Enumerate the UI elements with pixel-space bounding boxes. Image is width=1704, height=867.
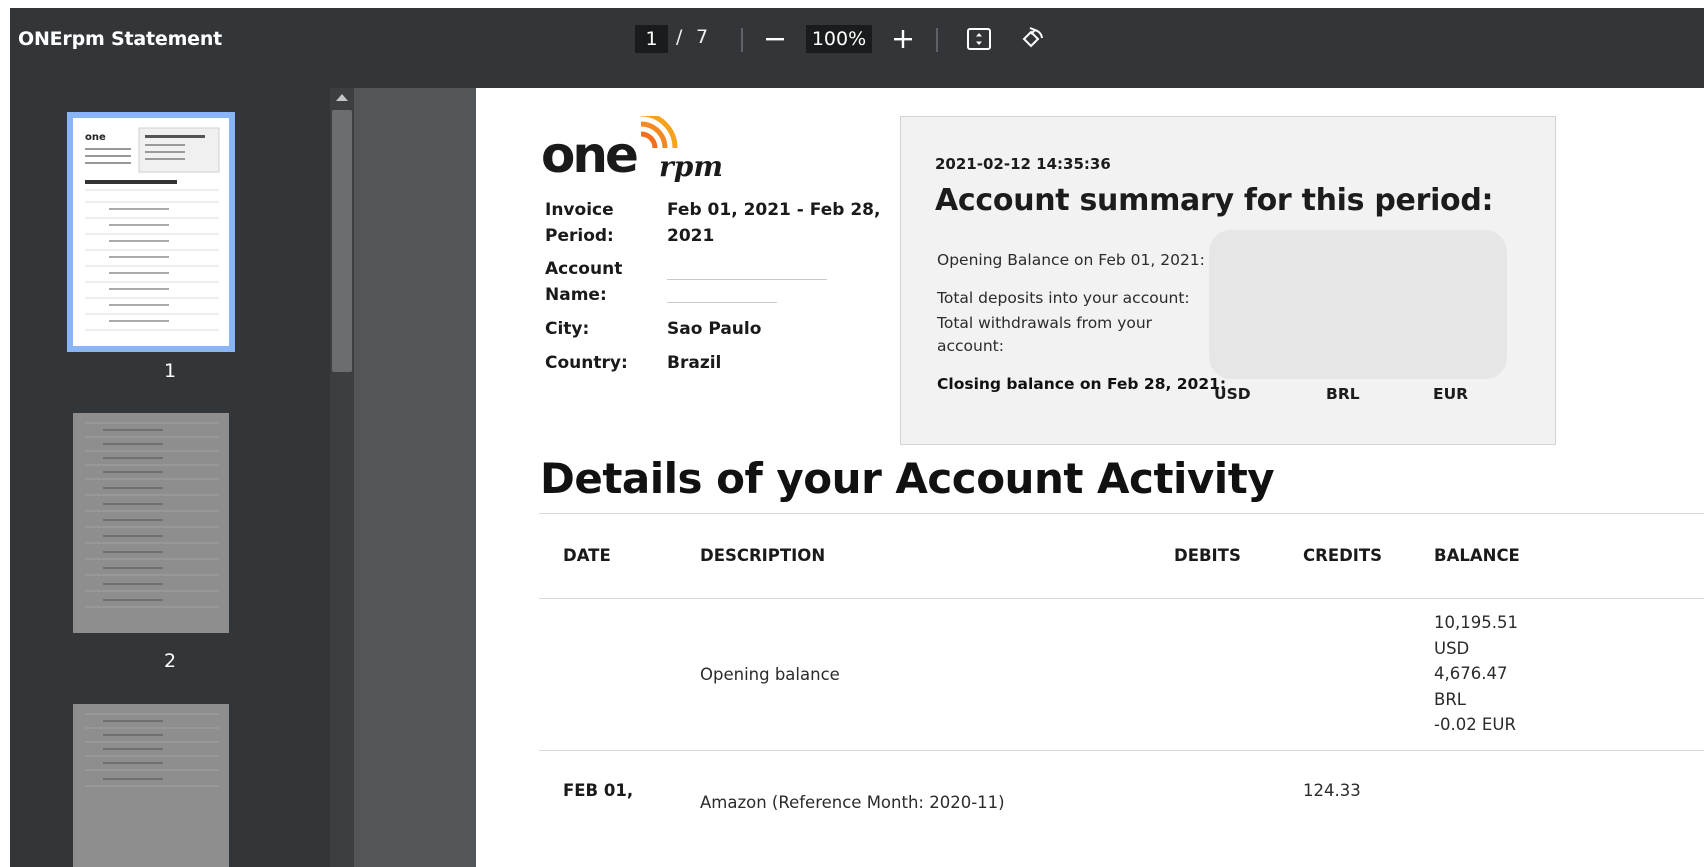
invoice-period-value: Feb 01, 2021 - Feb 28, 2021: [667, 200, 881, 246]
plus-icon: [894, 30, 912, 48]
onerpm-logo: one rpm: [541, 111, 741, 186]
account-name-label: Account Name:: [545, 259, 623, 305]
onerpm-logo-graphic: one rpm: [541, 111, 723, 184]
fit-to-page-icon: [967, 28, 991, 50]
minus-icon: [766, 38, 784, 41]
thumbnail-page-1[interactable]: one: [67, 112, 235, 352]
document-title: ONErpm Statement: [18, 28, 223, 50]
currency-brl: BRL: [1326, 385, 1360, 403]
column-header-debits: DEBITS: [1174, 546, 1241, 565]
zoom-input[interactable]: 100%: [806, 25, 872, 53]
opening-balance-label: Opening Balance on Feb 01, 2021:: [937, 251, 1205, 269]
thumbnail-sidebar: one 1 2: [10, 88, 330, 867]
page-3-preview: [85, 713, 219, 787]
thumbnail-page-3[interactable]: [73, 704, 229, 867]
page-1-preview: one: [85, 127, 220, 331]
scrollbar-thumb[interactable]: [332, 110, 352, 372]
column-header-date: DATE: [563, 546, 611, 565]
svg-text:one: one: [85, 132, 106, 143]
table-row-divider: [539, 750, 1704, 751]
details-title: Details of your Account Activity: [540, 454, 1275, 503]
currency-eur: EUR: [1433, 385, 1469, 403]
zoom-out-button[interactable]: [758, 22, 792, 56]
redacted-account-name: [667, 279, 827, 280]
thumbnail-label-1: 1: [163, 360, 177, 382]
column-header-description: DESCRIPTION: [700, 546, 826, 565]
rotate-button[interactable]: [1015, 22, 1049, 56]
toolbar: ONErpm Statement 1 / 7 100%: [10, 8, 1704, 88]
row-description: Opening balance: [700, 665, 840, 684]
page-total: 7: [696, 26, 709, 48]
pdf-page: one rpm Invoice Period: Feb 01, 2021 - Fe…: [476, 88, 1704, 867]
row-date: FEB 01,: [563, 781, 634, 800]
redacted-account-name: [667, 302, 777, 303]
statement-timestamp: 2021-02-12 14:35:36: [935, 155, 1111, 173]
rotate-icon: [1022, 27, 1043, 48]
table-header-divider: [539, 598, 1704, 599]
row-description: Amazon (Reference Month: 2020-11): [700, 793, 1005, 812]
thumbnail-label-2: 2: [163, 650, 177, 672]
svg-text:rpm: rpm: [659, 150, 723, 183]
column-header-balance: BALANCE: [1434, 546, 1520, 565]
zoom-in-button[interactable]: [886, 22, 920, 56]
account-summary-box: 2021-02-12 14:35:36 Account summary for …: [900, 116, 1556, 445]
total-deposits-label: Total deposits into your account:: [937, 289, 1190, 307]
closing-balance-label: Closing balance on Feb 28, 2021:: [937, 375, 1227, 393]
redacted-balances: [1209, 230, 1507, 379]
toolbar-divider: [936, 28, 938, 52]
page-separator: /: [676, 26, 683, 48]
scroll-up-arrow-icon[interactable]: [336, 94, 348, 101]
fit-to-page-button[interactable]: [962, 22, 996, 56]
page-number-input[interactable]: 1: [635, 25, 668, 53]
currency-usd: USD: [1214, 385, 1251, 403]
divider: [539, 513, 1704, 514]
country-value: Brazil: [667, 353, 722, 373]
sidebar-scrollbar[interactable]: [330, 88, 354, 867]
page-2-preview: [85, 422, 219, 608]
svg-text:one: one: [541, 126, 637, 184]
summary-title: Account summary for this period:: [935, 183, 1494, 218]
thumbnail-page-2[interactable]: [73, 413, 229, 633]
country-label: Country:: [545, 353, 628, 373]
row-balance: 10,195.51 USD 4,676.47 BRL -0.02 EUR: [1434, 613, 1518, 734]
city-value: Sao Paulo: [667, 319, 762, 339]
row-credits: 124.33: [1303, 781, 1361, 800]
pdf-viewer: ONErpm Statement 1 / 7 100% one 1 2 one …: [10, 8, 1704, 867]
city-label: City:: [545, 319, 590, 339]
total-withdrawals-label: Total withdrawals from your account:: [937, 314, 1153, 355]
toolbar-divider: [741, 28, 743, 52]
column-header-credits: CREDITS: [1303, 546, 1383, 565]
invoice-period-label: Invoice Period:: [545, 200, 614, 246]
